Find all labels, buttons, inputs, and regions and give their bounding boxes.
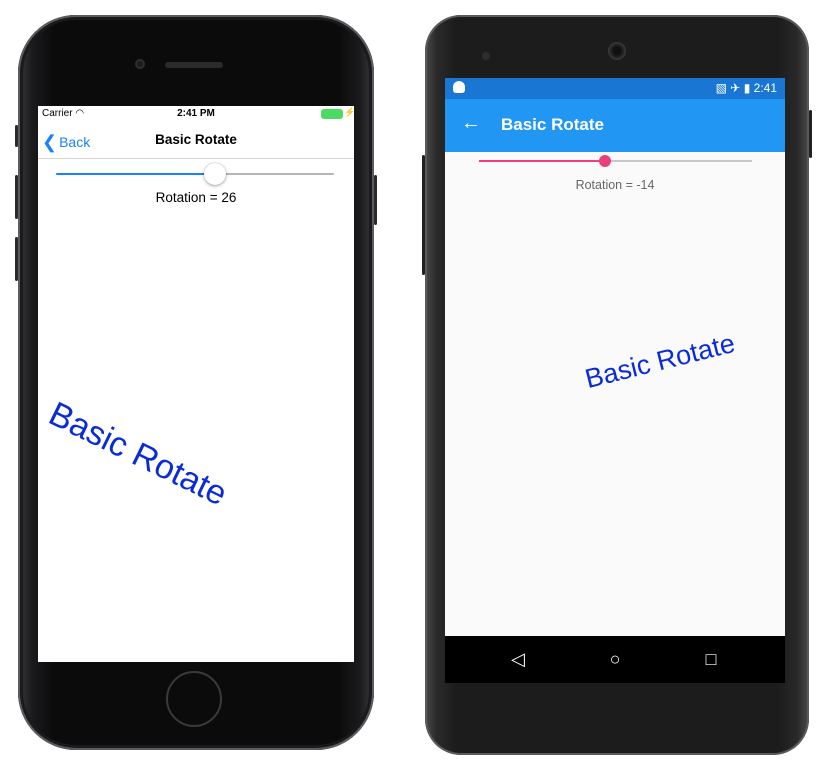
earpiece-speaker	[165, 62, 223, 68]
airplane-icon: ✈	[730, 81, 741, 95]
slider-thumb[interactable]	[204, 163, 226, 185]
page-title: Basic Rotate	[501, 115, 604, 134]
rotated-label: Basic Rotate	[582, 327, 738, 395]
android-app-bar: ← Basic Rotate	[445, 99, 785, 152]
no-sim-icon: ▧	[715, 81, 727, 95]
page-title: Basic Rotate	[155, 132, 237, 147]
status-time: 2:41	[753, 81, 777, 95]
battery-icon: ▮	[743, 81, 751, 95]
power-button	[374, 175, 377, 225]
speaker-grill	[608, 42, 626, 60]
square-recents-icon[interactable]: □	[699, 647, 723, 671]
android-navigation-bar: ◁ ○ □	[445, 636, 785, 683]
android-device: ▧ ✈ ▮ 2:41 ← Basic Rotate Rotation = -14…	[422, 15, 812, 755]
front-camera-icon	[135, 59, 145, 69]
android-status-bar: ▧ ✈ ▮ 2:41	[445, 78, 785, 99]
front-camera-icon	[482, 52, 490, 60]
volume-up-button	[15, 175, 18, 219]
slider-fill	[56, 173, 215, 175]
arrow-back-icon[interactable]: ←	[461, 112, 481, 135]
home-button[interactable]	[166, 671, 222, 727]
battery-icon	[322, 110, 342, 118]
ios-status-bar: Carrier ◠ 2:41 PM ⚡	[38, 106, 354, 122]
status-icons: ▧ ✈ ▮ 2:41	[716, 81, 777, 95]
ios-navigation-bar: ❮ Back Basic Rotate	[38, 122, 354, 159]
slider-fill	[479, 160, 605, 162]
rotation-slider[interactable]	[56, 163, 334, 185]
volume-rocker	[422, 155, 425, 275]
slider-thumb[interactable]	[599, 155, 611, 167]
power-key	[809, 110, 812, 158]
mute-switch	[15, 125, 18, 147]
volume-down-button	[15, 237, 18, 281]
circle-home-icon[interactable]: ○	[603, 647, 627, 671]
rotated-label: Basic Rotate	[43, 394, 233, 514]
notification-android-icon	[453, 81, 465, 93]
android-screen: ▧ ✈ ▮ 2:41 ← Basic Rotate Rotation = -14…	[445, 78, 785, 683]
status-time: 2:41 PM	[177, 108, 215, 119]
ios-screen: Carrier ◠ 2:41 PM ⚡ ❮ Back Basic Rotate R…	[38, 106, 354, 662]
iphone-device: Carrier ◠ 2:41 PM ⚡ ❮ Back Basic Rotate R…	[15, 15, 377, 750]
rotation-slider[interactable]	[479, 154, 752, 168]
triangle-back-icon[interactable]: ◁	[506, 647, 530, 671]
rotation-value-label: Rotation = 26	[155, 190, 237, 205]
rotation-value-label: Rotation = -14	[575, 178, 655, 192]
charging-bolt-icon: ⚡	[344, 107, 354, 117]
